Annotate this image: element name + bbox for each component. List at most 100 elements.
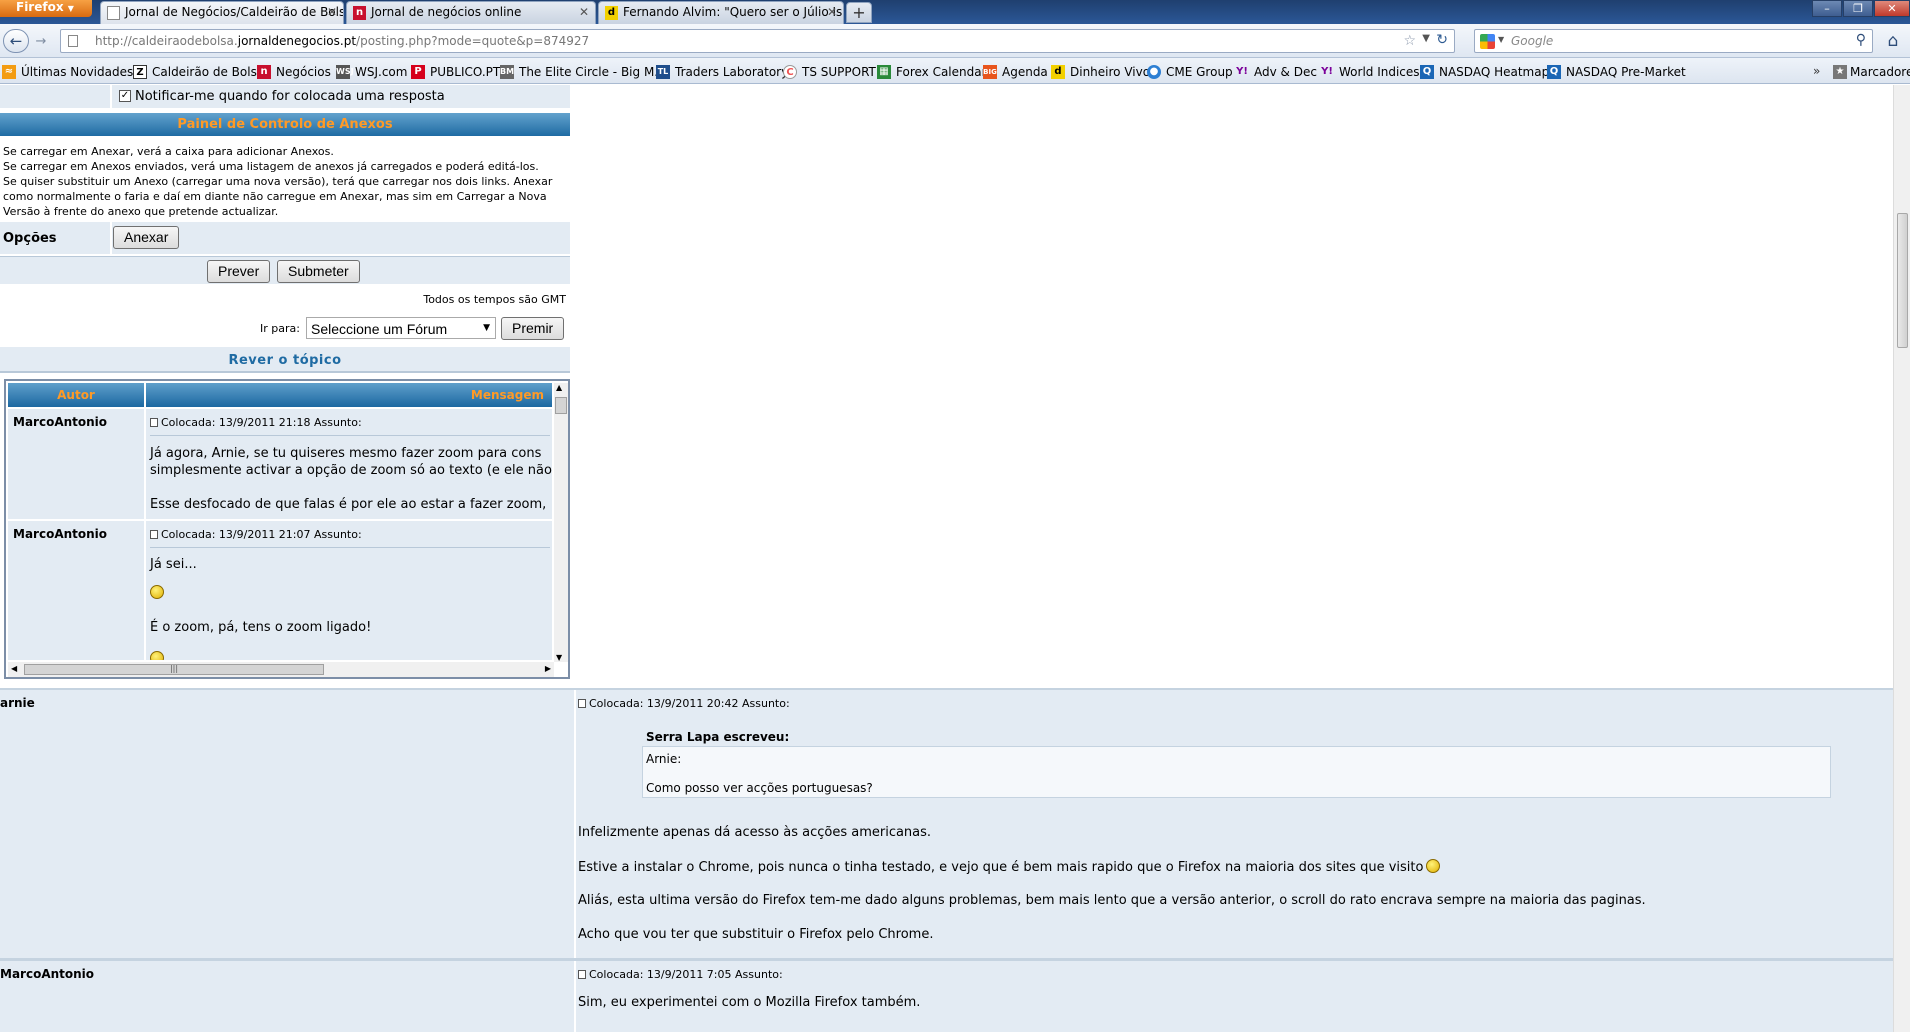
home-icon[interactable]: ⌂ <box>1882 31 1904 51</box>
chevron-down-icon[interactable]: ▼ <box>1498 35 1504 44</box>
close-window-icon[interactable]: ✕ <box>1874 0 1910 17</box>
review-horizontal-scrollbar[interactable]: ◀ ||| ▶ <box>8 662 554 677</box>
bookmark-item[interactable]: ≈ Últimas Novidades <box>2 64 133 80</box>
notify-label: Notificar-me quando for colocada uma res… <box>135 89 445 104</box>
post-icon <box>578 699 586 708</box>
attach-button[interactable]: Anexar <box>113 226 180 249</box>
bookmarks-toolbar: ≈ Últimas Novidades Z Caldeirão de Bolsa n… <box>0 58 1910 84</box>
review-post: MarcoAntonio Colocada: 13/9/2011 21:18 A… <box>8 409 552 521</box>
bookmark-item[interactable]: Z Caldeirão de Bolsa <box>133 64 264 80</box>
scroll-left-icon[interactable]: ◀ <box>11 664 17 673</box>
review-post: MarcoAntonio Colocada: 13/9/2011 21:07 A… <box>8 521 552 662</box>
tab-jornal-negocios[interactable]: n Jornal de negócios online ✕ <box>346 1 596 24</box>
quote-author: Serra Lapa escreveu: <box>646 730 790 744</box>
bookmark-item[interactable]: TL Traders Laboratory <box>656 64 788 80</box>
options-label: Opções <box>3 231 57 246</box>
tab-close-icon[interactable]: ✕ <box>579 2 589 23</box>
yahoo-icon: Y! <box>1321 66 1333 77</box>
scroll-up-icon[interactable]: ▲ <box>556 383 562 392</box>
dinheiro-logo-icon: d <box>605 6 618 20</box>
post-icon <box>578 970 586 979</box>
bookmark-item[interactable]: Q NASDAQ Pre-Market <box>1547 64 1686 80</box>
timezone-note: Todos os tempos são GMT <box>423 293 566 306</box>
navigation-bar: ← → http://caldeiraodebolsa.jornaldenego… <box>0 24 1910 58</box>
scroll-thumb[interactable] <box>1897 213 1908 348</box>
maximize-icon[interactable]: ❐ <box>1843 0 1873 17</box>
post-author: arnie <box>0 696 35 710</box>
bookmark-item[interactable]: d Dinheiro Vivo <box>1051 64 1150 80</box>
wsj-icon: WSJ <box>336 65 354 79</box>
preview-button[interactable]: Prever <box>207 260 271 283</box>
ts-support-icon: C <box>783 65 797 79</box>
chevron-down-icon: ▼ <box>483 323 490 333</box>
notify-checkbox[interactable]: ✓ <box>119 90 131 102</box>
smiley-icon <box>150 651 164 660</box>
bookmark-item[interactable]: Y! Adv & Dec <box>1235 64 1317 80</box>
scroll-thumb[interactable]: ||| <box>24 664 324 675</box>
bookmarks-overflow-button[interactable]: » <box>1813 64 1820 78</box>
review-column-headers: Autor Mensagem <box>8 383 552 407</box>
scroll-down-icon[interactable]: ▼ <box>556 653 562 662</box>
submit-row: Prever Submeter <box>0 256 570 284</box>
nasdaq-icon: Q <box>1420 65 1434 79</box>
publico-icon: P <box>411 65 425 79</box>
attach-panel-header: Painel de Controlo de Anexos <box>0 112 570 136</box>
bookmark-item[interactable]: Y! World Indices <box>1320 64 1419 80</box>
tab-caldeirao[interactable]: Jornal de Negócios/Caldeirão de Bolsa ✕ <box>100 1 344 24</box>
bookmark-item[interactable]: n Negócios <box>257 64 331 80</box>
laughing-smiley-icon <box>150 585 164 599</box>
back-arrow-icon[interactable]: ← <box>3 29 29 53</box>
title-bar: Firefox ▼ Jornal de Negócios/Caldeirão d… <box>0 0 1910 24</box>
page-icon <box>68 35 78 47</box>
bookmark-item[interactable]: WSJ WSJ.com <box>336 64 407 80</box>
bookmark-item[interactable]: Q NASDAQ Heatmap <box>1420 64 1549 80</box>
nasdaq-icon: Q <box>1547 65 1561 79</box>
page-vertical-scrollbar[interactable] <box>1893 85 1910 1032</box>
bookmark-item[interactable]: ▦ Forex Calendar <box>877 64 987 80</box>
bookmark-item[interactable]: BIG Agenda <box>983 64 1048 80</box>
forum-select[interactable]: Seleccione um Fórum ▼ <box>306 317 496 339</box>
reload-icon[interactable]: ↻ <box>1436 32 1448 48</box>
review-topic-frame[interactable]: Autor Mensagem MarcoAntonio Colocada: 13… <box>4 379 570 679</box>
post-meta: Colocada: 13/9/2011 20:42 Assunto: <box>578 697 790 710</box>
url-bar[interactable]: http://caldeiraodebolsa.jornaldenegocios… <box>60 29 1455 53</box>
bookmarks-menu-button[interactable]: ★Marcadores <box>1833 64 1910 80</box>
post-author: MarcoAntonio <box>13 415 108 429</box>
minimize-icon[interactable]: – <box>1812 0 1842 17</box>
post-meta: Colocada: 13/9/2011 21:07 Assunto: <box>150 528 362 541</box>
tab-close-icon[interactable]: ✕ <box>327 2 337 23</box>
thread-post: arnie Colocada: 13/9/2011 20:42 Assunto:… <box>0 688 1893 958</box>
dinheiro-logo-icon: d <box>1051 65 1065 79</box>
bookmarks-folder-icon: ★ <box>1833 65 1847 79</box>
column-message: Mensagem <box>470 388 544 402</box>
column-author: Autor <box>57 388 95 402</box>
scroll-thumb[interactable] <box>555 397 567 414</box>
tab-close-icon[interactable]: ✕ <box>827 2 837 23</box>
google-icon[interactable] <box>1480 34 1495 49</box>
jump-go-button[interactable]: Premir <box>501 317 565 340</box>
chevron-down-icon[interactable]: ▼ <box>1422 33 1430 44</box>
search-input[interactable]: Google <box>1511 34 1553 48</box>
bookmark-item[interactable]: P PUBLICO.PT <box>411 64 500 80</box>
scroll-right-icon[interactable]: ▶ <box>545 664 551 673</box>
rss-icon: ≈ <box>2 65 16 79</box>
review-vertical-scrollbar[interactable]: ▲ ▼ <box>554 383 568 662</box>
bookmark-star-icon[interactable]: ☆ <box>1403 33 1416 49</box>
forward-arrow-icon[interactable]: → <box>30 32 52 51</box>
bookmark-item[interactable]: C TS SUPPORT <box>783 64 876 80</box>
confused-smiley-icon <box>1426 859 1441 873</box>
new-tab-button[interactable]: + <box>846 2 872 23</box>
url-text[interactable]: http://caldeiraodebolsa.jornaldenegocios… <box>95 34 589 48</box>
submit-button[interactable]: Submeter <box>277 260 360 283</box>
quote-box: Arnie: Como posso ver acções portuguesas… <box>642 746 1831 798</box>
review-topic-header: Rever o tópico <box>0 347 570 373</box>
search-icon[interactable]: ⚲ <box>1856 32 1866 48</box>
firefox-menu-button[interactable]: Firefox ▼ <box>0 0 92 17</box>
search-bar[interactable]: ▼ Google ⚲ <box>1474 29 1873 53</box>
tab-fernando-alvim[interactable]: d Fernando Alvim: "Quero ser o Júlio Isi… <box>598 1 844 24</box>
bookmark-item[interactable]: BM The Elite Circle - Big M... <box>500 64 666 80</box>
calendar-icon: ▦ <box>877 65 891 79</box>
agenda-icon: BIG <box>983 65 997 79</box>
bookmark-item[interactable]: ● CME Group <box>1147 64 1233 80</box>
attach-help: Se carregar em Anexar, verá a caixa para… <box>0 137 570 218</box>
